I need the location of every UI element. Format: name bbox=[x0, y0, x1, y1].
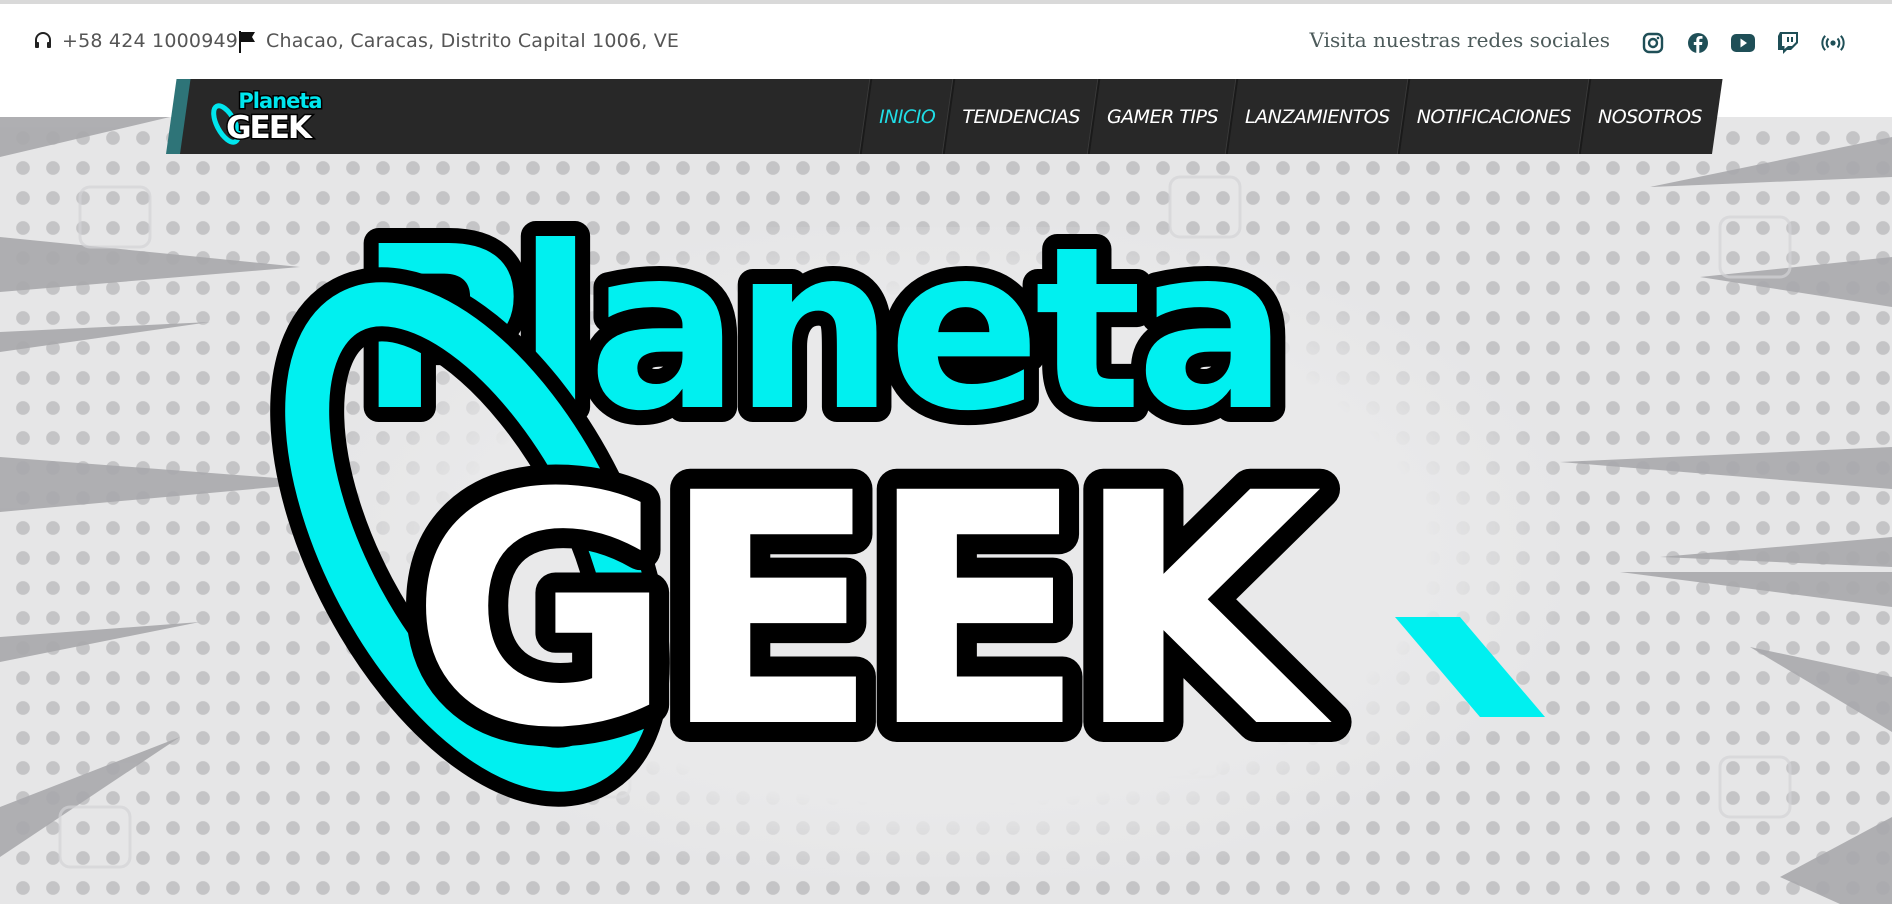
flag-icon bbox=[238, 31, 258, 53]
nav-item-lanzamientos[interactable]: LANZAMIENTOS bbox=[1233, 79, 1402, 154]
phone-text: +58 424 1000949 bbox=[62, 30, 239, 52]
nav-item-inicio[interactable]: INICIO bbox=[867, 79, 947, 154]
nav-item-gamer-tips[interactable]: GAMER TIPS bbox=[1095, 79, 1230, 154]
logo-line2: GEEK bbox=[226, 110, 313, 146]
hero-logo-line2: GEEK bbox=[410, 426, 1334, 798]
hero-logo: Planeta GEEK bbox=[270, 184, 1545, 818]
facebook-icon[interactable] bbox=[1675, 30, 1720, 56]
phone-contact[interactable]: +58 424 1000949 bbox=[34, 30, 238, 52]
social-links bbox=[1630, 30, 1855, 56]
nav-item-tendencias[interactable]: TENDENCIAS bbox=[950, 79, 1092, 154]
address-contact: Chacao, Caracas, Distrito Capital 1006, … bbox=[238, 30, 680, 53]
hero-banner: Planeta GEEK bbox=[0, 117, 1892, 904]
social-label: Visita nuestras redes sociales bbox=[1309, 28, 1610, 52]
podcast-icon[interactable] bbox=[1810, 30, 1855, 56]
twitch-icon[interactable] bbox=[1765, 30, 1810, 56]
main-menu: INICIO TENDENCIAS GAMER TIPS LANZAMIENTO… bbox=[858, 79, 1714, 154]
address-text: Chacao, Caracas, Distrito Capital 1006, … bbox=[266, 30, 680, 52]
instagram-icon[interactable] bbox=[1630, 30, 1675, 56]
top-bar: +58 424 1000949 Chacao, Caracas, Distrit… bbox=[0, 4, 1892, 78]
nav-item-nosotros[interactable]: NOSOTROS bbox=[1586, 79, 1714, 154]
youtube-icon[interactable] bbox=[1720, 30, 1765, 56]
site-logo[interactable]: Planeta GEEK bbox=[206, 86, 332, 148]
headset-icon bbox=[34, 31, 54, 51]
nav-item-notificaciones[interactable]: NOTIFICACIONES bbox=[1405, 79, 1583, 154]
hero-k-accent bbox=[1395, 617, 1545, 717]
